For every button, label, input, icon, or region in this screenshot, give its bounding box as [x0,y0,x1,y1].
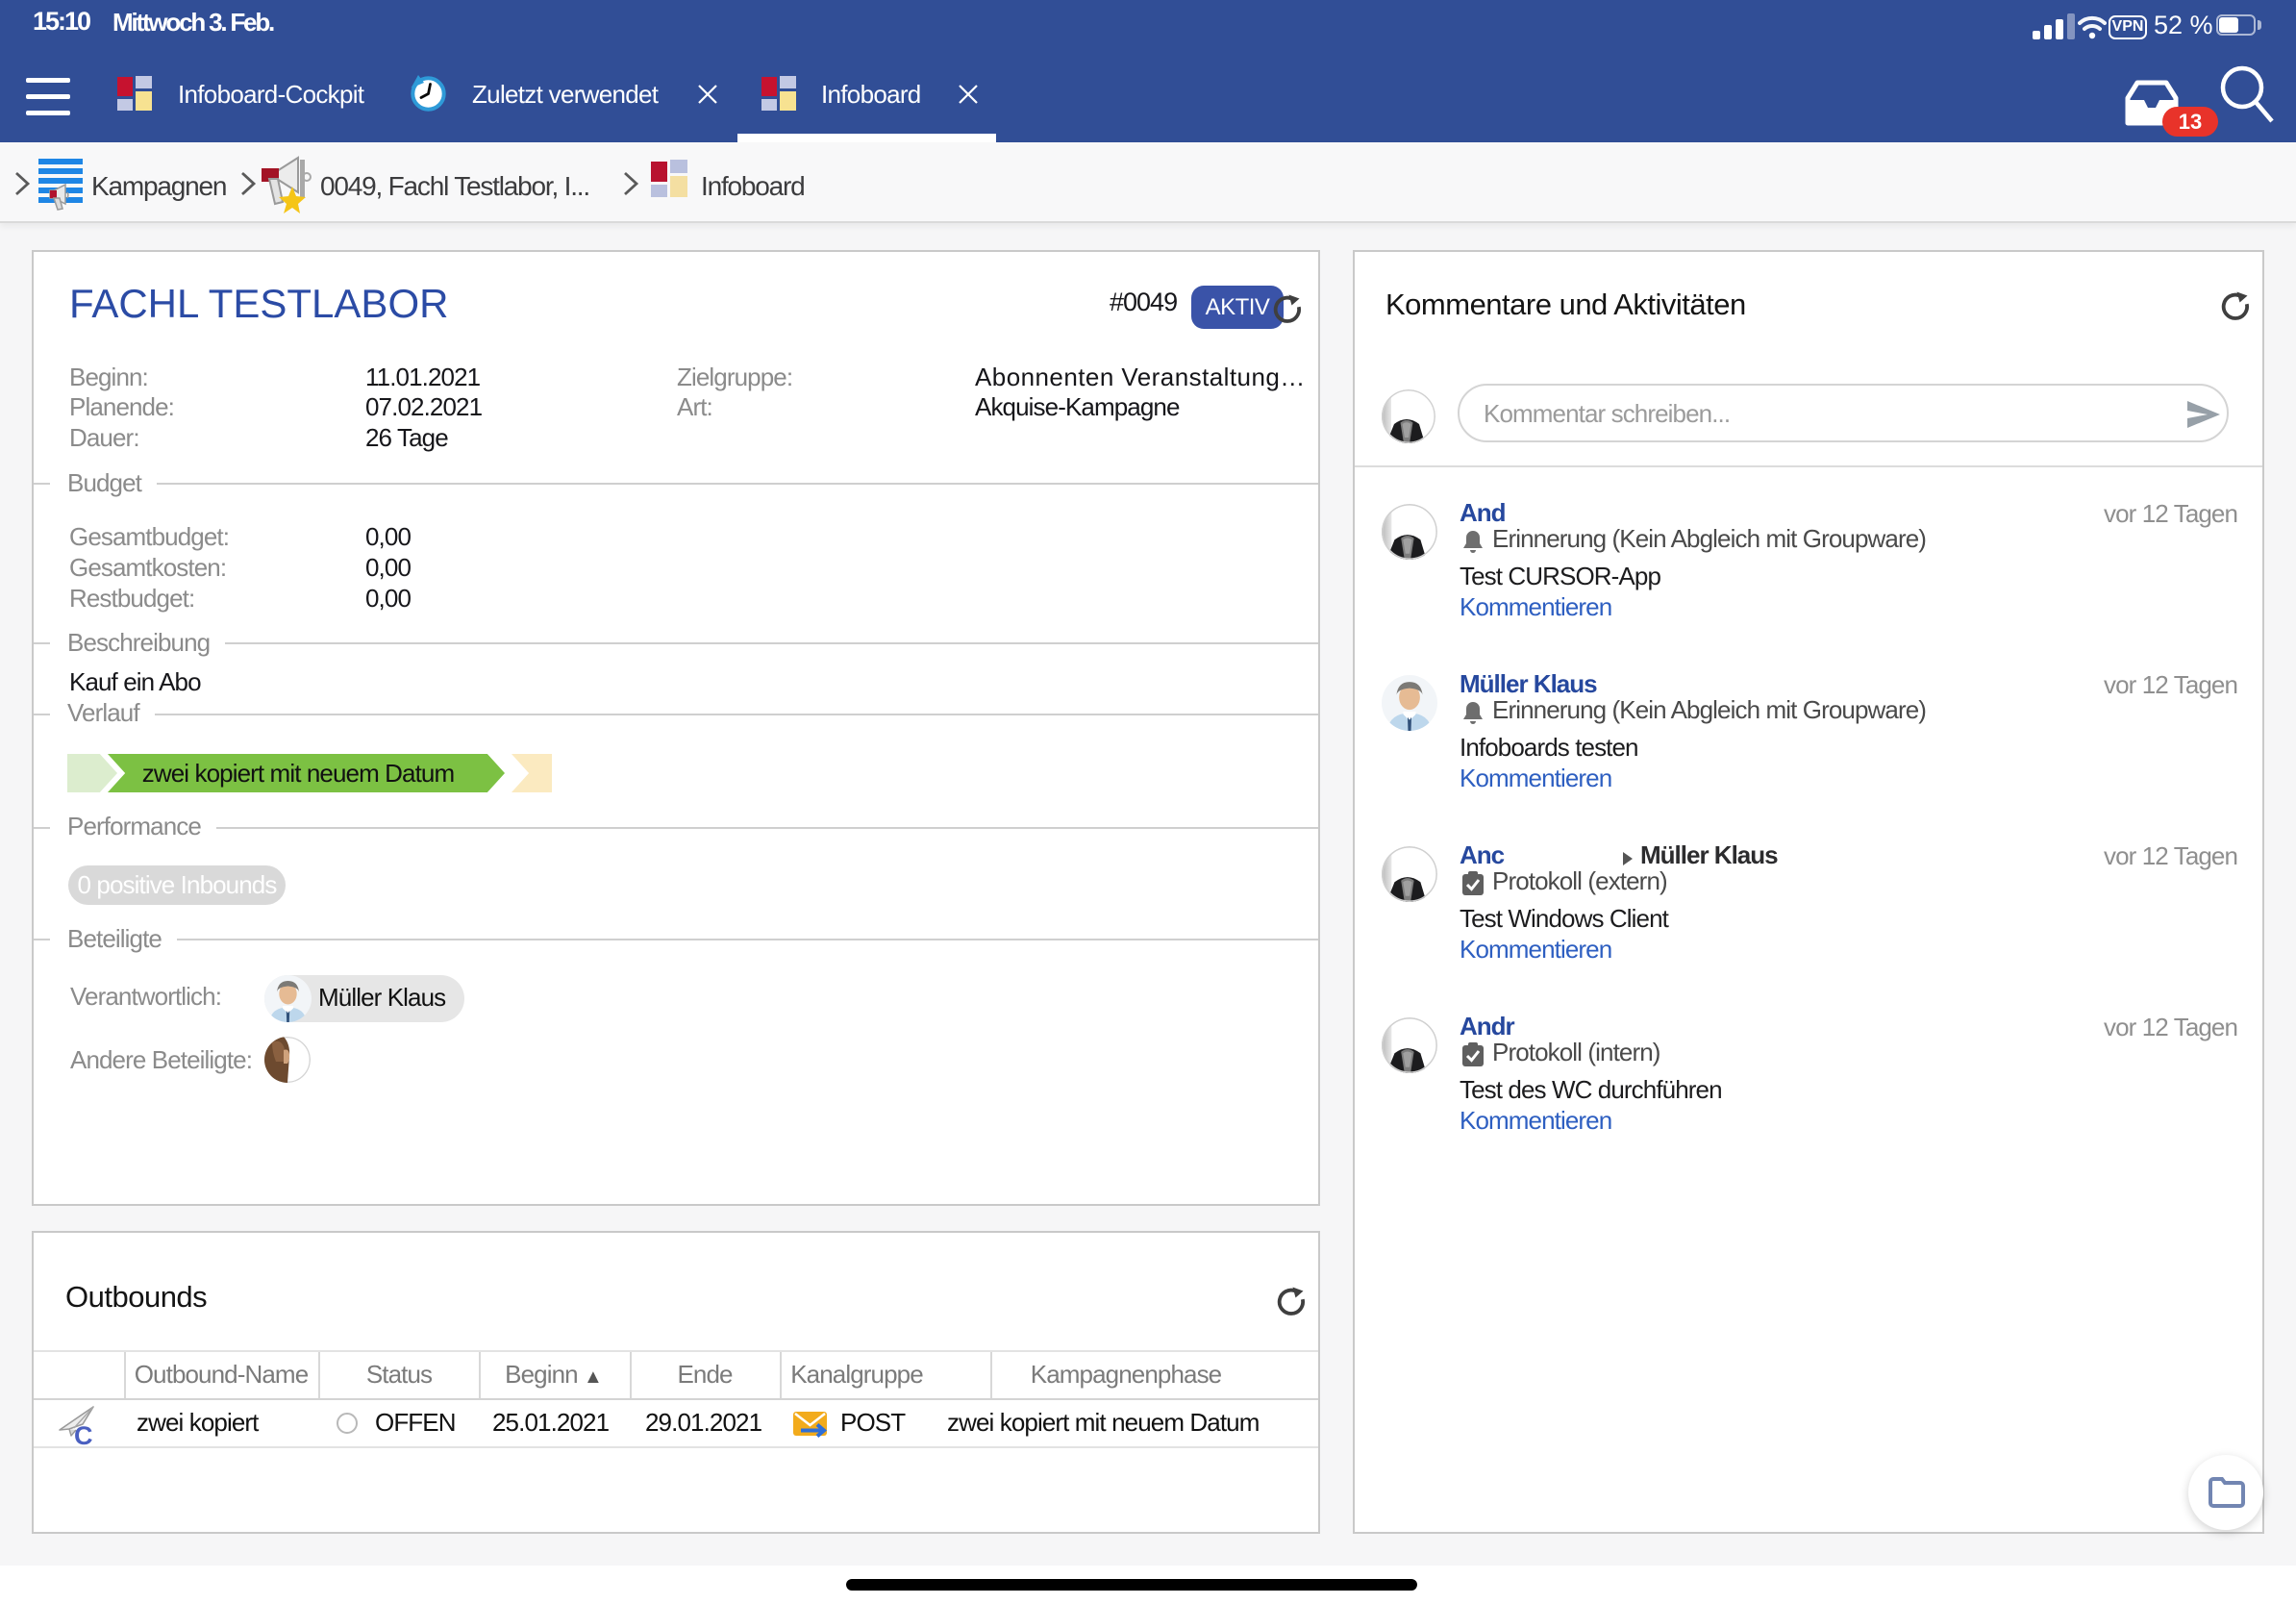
svg-text:C: C [74,1421,93,1446]
